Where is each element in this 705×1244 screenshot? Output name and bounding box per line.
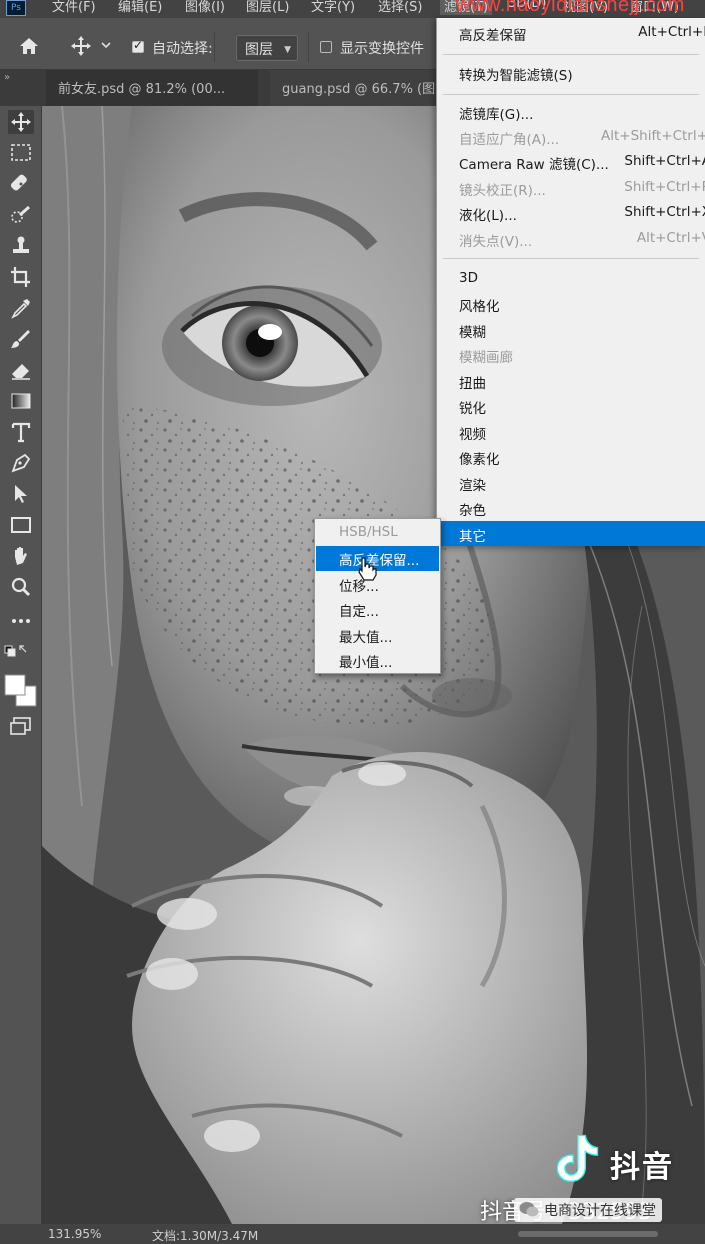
wechat-account-name: 电商设计在线课堂 <box>544 1203 656 1219</box>
eraser-tool-icon[interactable] <box>8 358 34 382</box>
eyedropper-icon[interactable] <box>8 296 34 320</box>
menu-item-other[interactable]: 其它 <box>437 521 705 546</box>
document-size: 文档:1.30M/3.47M <box>152 1229 259 1243</box>
tab-document-1[interactable]: 前女友.psd @ 81.2% (00... <box>46 70 258 106</box>
menu-item-3d[interactable]: 3D <box>437 266 705 291</box>
tab-document-2[interactable]: guang.psd @ 66.7% (图... <box>270 70 448 106</box>
show-transform-checkbox[interactable] <box>320 41 332 53</box>
tiktok-brand-text: 抖音 <box>610 1150 674 1185</box>
menu-select[interactable]: 选择(S) <box>378 0 422 15</box>
auto-select-target-dropdown[interactable]: 图层 ▼ <box>236 35 298 61</box>
gradient-tool-icon[interactable] <box>8 389 34 413</box>
menu-item-camera-raw[interactable]: Camera Raw 滤镜(C)... Shift+Ctrl+A <box>437 149 705 174</box>
hand-cursor-icon <box>358 557 377 581</box>
move-tool-icon[interactable] <box>8 110 34 134</box>
chevron-down-icon: ▼ <box>284 45 291 55</box>
tiktok-watermark: 抖音 <box>548 1128 698 1188</box>
zoom-tool-icon[interactable] <box>8 575 34 599</box>
photoshop-logo-icon: Ps <box>6 0 26 16</box>
status-bar: 131.95% 文档:1.30M/3.47M <box>0 1224 705 1244</box>
stamp-tool-icon[interactable] <box>8 234 34 258</box>
menu-item-blur-gallery: 模糊画廊 <box>459 350 513 366</box>
menu-item-stylize[interactable]: 风格化 <box>437 291 705 316</box>
horizontal-scrollbar[interactable] <box>518 1231 658 1237</box>
menu-item-sharpen[interactable]: 锐化 <box>437 393 705 418</box>
quick-mask-icon[interactable] <box>8 714 34 738</box>
menu-item-blur[interactable]: 模糊 <box>437 317 705 342</box>
menu-item-distort[interactable]: 扭曲 <box>437 368 705 393</box>
divider <box>308 32 309 62</box>
rectangle-tool-icon[interactable] <box>8 513 34 537</box>
move-tool-icon[interactable] <box>68 34 94 58</box>
more-tools-icon[interactable] <box>8 609 34 633</box>
filter-menu-dropdown: 高反差保留 Alt+Ctrl+F 转换为智能滤镜(S) 滤镜库(G)... 自适… <box>436 18 705 546</box>
home-icon[interactable] <box>18 36 40 56</box>
zoom-level[interactable]: 131.95% <box>48 1227 101 1241</box>
menu-item-vanishing-point: 消失点(V)... Alt+Ctrl+V <box>459 230 705 250</box>
menu-separator <box>443 258 699 259</box>
crop-tool-icon[interactable] <box>8 265 34 289</box>
menu-bar: Ps 文件(F) 编辑(E) 图像(I) 图层(L) 文字(Y) 选择(S) 滤… <box>0 0 705 18</box>
menu-item-pixelate[interactable]: 像素化 <box>437 444 705 469</box>
other-submenu: HSB/HSL 高反差保留... 位移... 自定... 最大值... 最小值.… <box>314 518 441 674</box>
chevron-down-icon[interactable] <box>100 40 112 50</box>
path-select-icon[interactable] <box>8 482 34 506</box>
menu-item-filter-gallery[interactable]: 滤镜库(G)... <box>437 99 705 124</box>
hand-tool-icon[interactable] <box>8 544 34 568</box>
dropdown-value: 图层 <box>245 42 273 58</box>
auto-select-checkbox[interactable] <box>132 38 144 53</box>
menu-item-convert-smart-filter[interactable]: 转换为智能滤镜(S) <box>437 60 705 85</box>
menu-separator <box>443 54 699 55</box>
submenu-item-hsb-hsl: HSB/HSL <box>339 524 398 540</box>
menu-item-render[interactable]: 渲染 <box>437 470 705 495</box>
menu-item-high-pass-last[interactable]: 高反差保留 Alt+Ctrl+F <box>437 20 705 45</box>
menu-edit[interactable]: 编辑(E) <box>118 0 162 15</box>
menu-item-adaptive-wide-angle: 自适应广角(A)... Alt+Shift+Ctrl+A <box>459 128 705 148</box>
wechat-icon <box>519 1202 539 1217</box>
watermark-url: www.haoyidianshejj.com <box>456 0 685 16</box>
healing-brush-icon[interactable] <box>8 172 34 196</box>
menu-item-noise[interactable]: 杂色 <box>437 495 705 520</box>
brush-tool-icon[interactable] <box>8 327 34 351</box>
menu-type[interactable]: 文字(Y) <box>311 0 355 15</box>
menu-image[interactable]: 图像(I) <box>185 0 225 15</box>
type-tool-icon[interactable] <box>8 420 34 444</box>
tools-panel <box>0 106 42 1224</box>
pen-tool-icon[interactable] <box>8 451 34 475</box>
auto-select-label: 自动选择: <box>152 41 213 57</box>
menu-separator <box>443 94 699 95</box>
marquee-tool-icon[interactable] <box>8 141 34 165</box>
divider <box>214 32 215 62</box>
submenu-item-maximum[interactable]: 最大值... <box>316 623 439 648</box>
menu-item-liquify[interactable]: 液化(L)... Shift+Ctrl+X <box>437 200 705 225</box>
submenu-item-custom[interactable]: 自定... <box>316 597 439 622</box>
panel-collapse-icon[interactable]: » <box>4 72 10 83</box>
tiktok-logo-icon <box>556 1134 599 1183</box>
quick-select-icon[interactable] <box>8 203 34 227</box>
default-colors-icon[interactable] <box>2 642 28 666</box>
wechat-watermark: 电商设计在线课堂 <box>514 1198 662 1222</box>
menu-item-lens-correction: 镜头校正(R)... Shift+Ctrl+R <box>459 179 705 199</box>
color-swatches-icon[interactable] <box>2 672 40 710</box>
show-transform-label: 显示变换控件 <box>340 41 424 57</box>
menu-file[interactable]: 文件(F) <box>52 0 96 15</box>
submenu-item-minimum[interactable]: 最小值... <box>316 648 439 673</box>
menu-item-video[interactable]: 视频 <box>437 419 705 444</box>
menu-layer[interactable]: 图层(L) <box>246 0 289 15</box>
